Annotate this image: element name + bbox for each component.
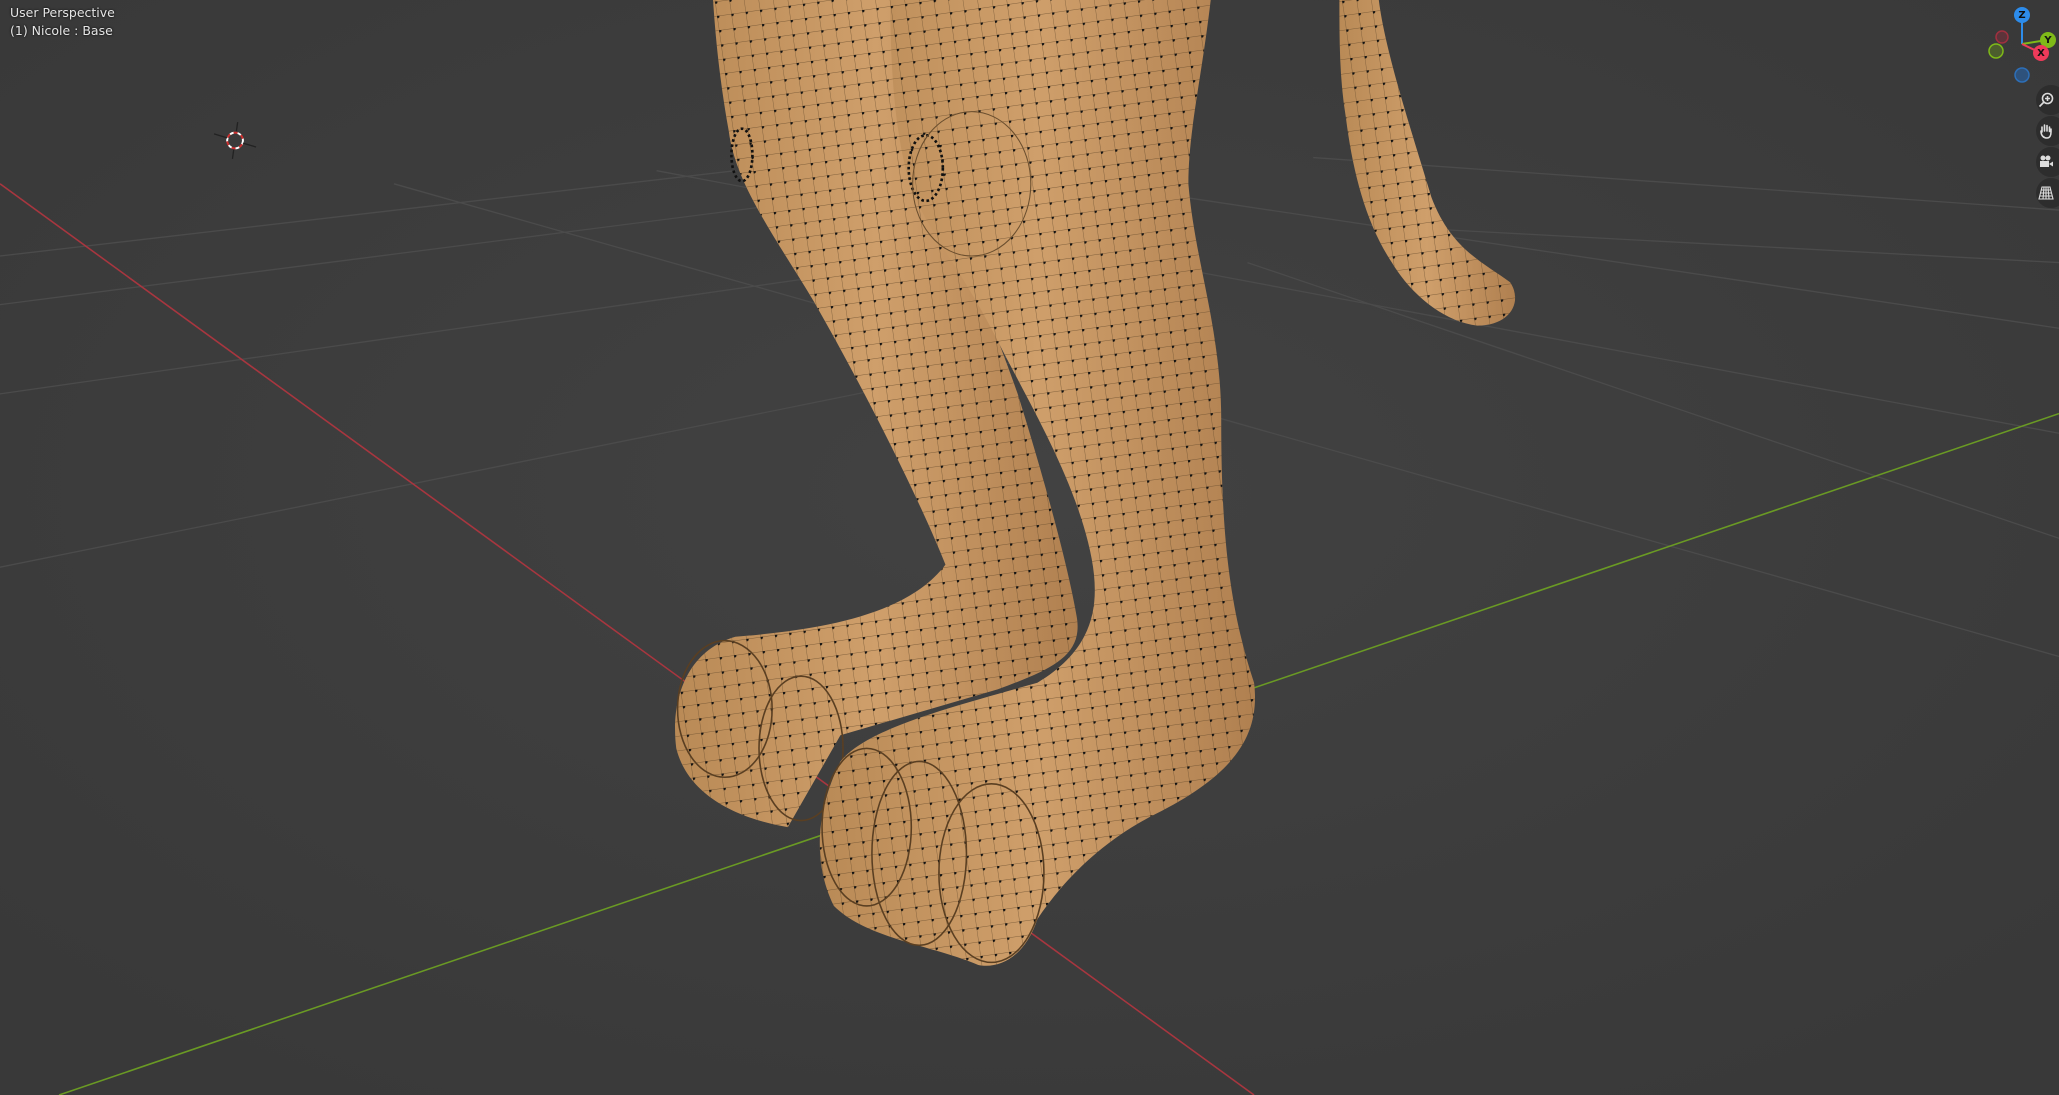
grid-icon <box>2038 186 2054 200</box>
hand-icon <box>2040 124 2052 139</box>
active-object-label: (1) Nicole : Base <box>10 23 113 38</box>
3d-viewport[interactable] <box>0 0 2059 1095</box>
pan-button[interactable] <box>2036 116 2059 146</box>
ortho-toggle-button[interactable] <box>2036 178 2059 208</box>
camera-icon <box>2040 155 2053 167</box>
camera-view-button[interactable] <box>2036 147 2059 177</box>
view-perspective-label: User Perspective <box>10 5 115 20</box>
gizmo-z-axis[interactable]: Z <box>2014 7 2030 23</box>
zoom-button[interactable] <box>2036 85 2059 115</box>
navigation-gizmo[interactable]: Z Y X <box>1985 0 2059 90</box>
gizmo-x-axis[interactable]: X <box>2033 45 2049 61</box>
zoom-in-icon <box>2038 92 2054 108</box>
